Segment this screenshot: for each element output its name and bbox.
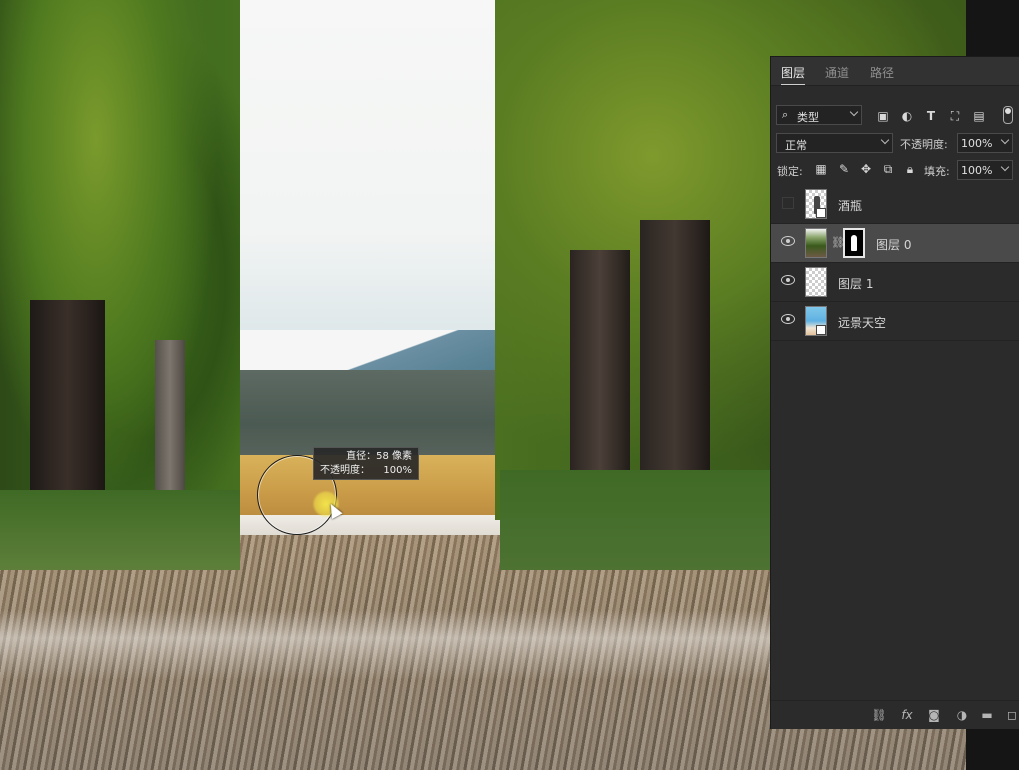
chevron-down-icon — [880, 135, 890, 145]
smart-object-badge-icon — [816, 325, 826, 335]
opacity-value: 100% — [961, 137, 993, 150]
layer-thumbnail — [805, 267, 827, 297]
layer-thumbnail — [805, 228, 827, 258]
link-icon[interactable]: ⛓ — [871, 707, 887, 723]
fill-label: 填充: — [924, 165, 950, 178]
layer-name: 远景天空 — [838, 316, 887, 330]
layer-row-sky[interactable]: 远景天空 — [771, 302, 1019, 341]
filter-kind-value: 类型 — [797, 111, 819, 124]
opacity-label: 不透明度: — [900, 138, 948, 151]
layers-panel: 图层 通道 路径 ⌕ 类型 ▣ ◐ T ⛶ ▤ 正常 不透明度: 100% 锁定… — [770, 56, 1019, 729]
search-icon: ⌕ — [782, 108, 789, 121]
blend-mode-value: 正常 — [785, 139, 807, 152]
adjustment-filter-icon[interactable]: ◐ — [900, 109, 914, 123]
folder-icon[interactable]: ▬ — [979, 707, 995, 723]
filter-kind-select[interactable]: ⌕ 类型 — [776, 105, 862, 125]
panel-tabs: 图层 通道 路径 — [771, 57, 1019, 86]
layer-name: 图层 0 — [876, 238, 912, 252]
blend-mode-select[interactable]: 正常 — [776, 133, 893, 153]
chevron-down-icon — [1000, 135, 1010, 145]
layer-name: 图层 1 — [838, 277, 874, 291]
layer-thumbnail — [805, 306, 827, 336]
left-trunk-small — [155, 340, 185, 490]
tab-channels[interactable]: 通道 — [825, 64, 849, 81]
bottle-mask-shape — [851, 235, 857, 251]
lock-artboard-icon[interactable]: ⧉ — [881, 162, 895, 176]
eye-icon[interactable] — [781, 275, 795, 285]
right-trunk-large — [640, 220, 710, 500]
fill-field[interactable]: 100% — [957, 160, 1013, 180]
chevron-down-icon — [849, 107, 859, 117]
fx-icon[interactable]: fx — [899, 707, 915, 723]
left-trunk — [30, 300, 105, 520]
lock-all-icon[interactable]: 🔒︎ — [903, 162, 917, 176]
layer-row-layer0[interactable]: ⛓ 图层 0 — [771, 224, 1019, 263]
right-trunk — [570, 250, 630, 500]
chevron-down-icon — [1000, 162, 1010, 172]
diameter-label: 直径： — [346, 451, 377, 462]
diameter-value: 58 像素 — [376, 451, 412, 462]
opacity-value: 100% — [383, 465, 412, 476]
layer-mask-thumbnail[interactable] — [843, 228, 865, 258]
new-layer-icon[interactable]: ◻ — [1004, 707, 1019, 723]
tab-layers[interactable]: 图层 — [781, 64, 806, 85]
brush-tooltip: 直径： 58 像素 不透明度： 100% — [313, 447, 419, 480]
panel-footer: ⛓ fx ◙ ◑ ▬ ◻ — [771, 700, 1019, 729]
eye-icon[interactable] — [781, 236, 795, 246]
opacity-field[interactable]: 100% — [957, 133, 1013, 153]
eye-icon[interactable] — [781, 314, 795, 324]
add-mask-icon[interactable]: ◙ — [926, 707, 942, 723]
opacity-label: 不透明度： — [320, 465, 370, 476]
tab-paths[interactable]: 路径 — [870, 64, 894, 81]
lock-label: 锁定: — [777, 165, 803, 178]
left-grass — [0, 490, 240, 570]
lock-brush-icon[interactable]: ✎ — [837, 162, 851, 176]
type-filter-icon[interactable]: T — [924, 109, 938, 123]
smart-object-badge-icon — [816, 208, 826, 218]
layer-name: 酒瓶 — [838, 199, 863, 213]
image-filter-icon[interactable]: ▣ — [876, 109, 890, 123]
smart-object-filter-icon[interactable]: ▤ — [972, 109, 986, 123]
right-grass — [500, 470, 800, 570]
layer-thumbnail — [805, 189, 827, 219]
visibility-toggle[interactable] — [782, 197, 794, 209]
shape-filter-icon[interactable]: ⛶ — [948, 109, 962, 123]
fill-value: 100% — [961, 164, 993, 177]
filter-toggle[interactable] — [1003, 106, 1013, 124]
lock-transparency-icon[interactable]: ▦ — [814, 162, 828, 176]
adjustment-icon[interactable]: ◑ — [954, 707, 970, 723]
layer-row-layer1[interactable]: 图层 1 — [771, 263, 1019, 302]
lock-move-icon[interactable]: ✥ — [859, 162, 873, 176]
layer-row-bottle[interactable]: 酒瓶 — [771, 185, 1019, 224]
